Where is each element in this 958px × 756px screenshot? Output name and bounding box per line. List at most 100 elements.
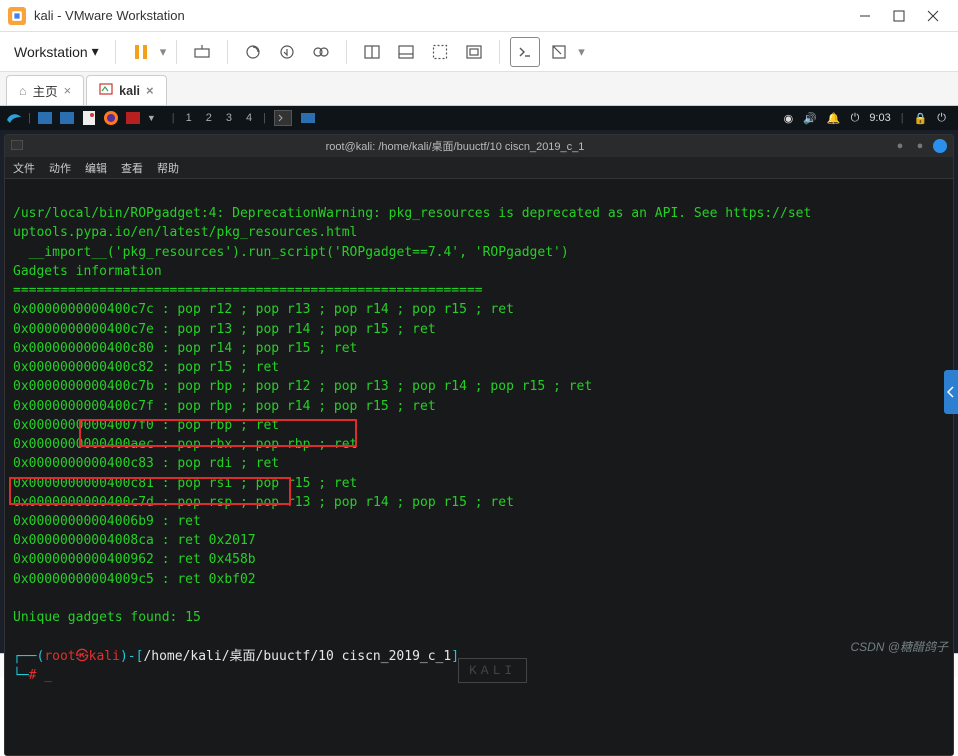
- firefox-icon[interactable]: [103, 110, 119, 126]
- vm-display[interactable]: | ▼ | 1 2 3 4 | ◉ 🔊 🔔 ⏻ 9:03 | 🔒: [0, 106, 958, 653]
- menu-view[interactable]: 查看: [121, 160, 143, 176]
- workstation-menu[interactable]: Workstation ▾: [8, 39, 105, 64]
- workspace-1[interactable]: 1: [183, 112, 195, 124]
- folder-icon[interactable]: [59, 110, 75, 126]
- terminal-title-text: root@kali: /home/kali/桌面/buuctf/10 ciscn…: [23, 138, 887, 154]
- tab-strip: ⌂ 主页 × kali ×: [0, 72, 958, 106]
- tab-home-label: 主页: [33, 81, 58, 100]
- manage-snapshots-icon[interactable]: [306, 37, 336, 67]
- taskbar-separator: |: [901, 112, 904, 124]
- running-folder-icon[interactable]: [300, 110, 316, 126]
- term-line: /usr/local/bin/ROPgadget:4: DeprecationW…: [13, 206, 811, 221]
- workstation-menu-label: Workstation: [14, 44, 88, 60]
- text-editor-icon[interactable]: [81, 110, 97, 126]
- toolbar: Workstation ▾ ▾ ▾: [0, 32, 958, 72]
- menu-actions[interactable]: 动作: [49, 160, 71, 176]
- file-manager-icon[interactable]: [37, 110, 53, 126]
- separator: [499, 40, 500, 64]
- terminal-maximize-icon[interactable]: ●: [913, 139, 927, 153]
- unity-icon[interactable]: [459, 37, 489, 67]
- term-line: uptools.pypa.io/en/latest/pkg_resources.…: [13, 225, 357, 240]
- terminal-app-icon[interactable]: [125, 110, 141, 126]
- kali-taskbar: | ▼ | 1 2 3 4 | ◉ 🔊 🔔 ⏻ 9:03 | 🔒: [0, 106, 958, 130]
- gadget-row: 0x0000000000400c80 : pop r14 ; pop r15 ;…: [13, 341, 357, 356]
- prompt-at: ㉿: [76, 649, 89, 664]
- unique-gadgets: Unique gadgets found: 15: [13, 610, 201, 625]
- terminal-app-icon: [11, 140, 23, 153]
- prompt-user: root: [44, 649, 75, 664]
- terminal-minimize-icon[interactable]: ●: [893, 139, 907, 153]
- gadget-row: 0x00000000004009c5 : ret 0xbf02: [13, 572, 256, 587]
- revert-snapshot-icon[interactable]: [272, 37, 302, 67]
- prompt-line: ┌──(: [13, 649, 44, 664]
- close-button[interactable]: [916, 2, 950, 30]
- maximize-button[interactable]: [882, 2, 916, 30]
- tab-close-icon[interactable]: ×: [64, 83, 72, 98]
- gadget-row: 0x00000000004007f0 : pop rbp ; ret: [13, 418, 279, 433]
- prompt-path: /home/kali/桌面/buuctf/10 ciscn_2019_c_1: [143, 649, 451, 664]
- terminal-titlebar[interactable]: root@kali: /home/kali/桌面/buuctf/10 ciscn…: [5, 135, 953, 157]
- gadget-row: 0x0000000000400962 : ret 0x458b: [13, 552, 256, 567]
- tray-lock-icon[interactable]: 🔒: [914, 112, 928, 125]
- csdn-watermark: CSDN @糖醋鸽子: [850, 638, 948, 655]
- menu-file[interactable]: 文件: [13, 160, 35, 176]
- running-terminal-icon[interactable]: [274, 110, 292, 126]
- separator: [176, 40, 177, 64]
- title-bar: kali - VMware Workstation: [0, 0, 958, 32]
- tray-record-icon[interactable]: ◉: [784, 112, 794, 125]
- taskbar-separator: |: [263, 112, 266, 124]
- menu-help[interactable]: 帮助: [157, 160, 179, 176]
- tray-volume-icon[interactable]: 🔊: [803, 112, 817, 125]
- kali-dragon-icon[interactable]: [6, 110, 22, 126]
- taskbar-separator: |: [28, 112, 31, 124]
- send-keys-icon[interactable]: [187, 37, 217, 67]
- gadget-row: 0x0000000000400c81 : pop rsi ; pop r15 ;…: [13, 476, 357, 491]
- chevron-down-icon[interactable]: ▼: [147, 113, 156, 123]
- gadget-row: 0x0000000000400c7e : pop r13 ; pop r14 ;…: [13, 322, 436, 337]
- term-line: ========================================…: [13, 283, 483, 298]
- right-sidebar-toggle[interactable]: [944, 370, 958, 414]
- gadget-row: 0x0000000000400c7b : pop rbp ; pop r12 ;…: [13, 379, 592, 394]
- fullscreen-icon[interactable]: [425, 37, 455, 67]
- separator: [346, 40, 347, 64]
- vm-icon: [99, 82, 113, 99]
- tray-time[interactable]: 9:03: [869, 112, 890, 124]
- vmware-app-icon: [8, 7, 26, 25]
- gadget-row: 0x0000000000400c7d : pop rsp ; pop r13 ;…: [13, 495, 514, 510]
- stretch-icon[interactable]: [544, 37, 574, 67]
- tab-close-icon[interactable]: ×: [146, 83, 154, 98]
- workspace-4[interactable]: 4: [243, 112, 255, 124]
- term-line: Gadgets information: [13, 264, 162, 279]
- workspace-2[interactable]: 2: [203, 112, 215, 124]
- menu-edit[interactable]: 编辑: [85, 160, 107, 176]
- prompt-host: kali: [89, 649, 120, 664]
- tab-home[interactable]: ⌂ 主页 ×: [6, 75, 84, 105]
- snapshot-icon[interactable]: [238, 37, 268, 67]
- gadget-row: 0x0000000000400aec : pop rbx ; pop rbp ;…: [13, 437, 357, 452]
- gadget-row: 0x0000000000400c83 : pop rdi ; ret: [13, 456, 279, 471]
- term-line: __import__('pkg_resources').run_script('…: [13, 245, 569, 260]
- tray-power-icon[interactable]: ⏻: [937, 112, 946, 125]
- view-single-icon[interactable]: [357, 37, 387, 67]
- terminal-close-icon[interactable]: [933, 139, 947, 153]
- chevron-down-icon: ▾: [92, 43, 99, 60]
- tray-notifications-icon[interactable]: 🔔: [827, 112, 841, 125]
- taskbar-separator: |: [172, 112, 175, 124]
- pause-button[interactable]: [126, 37, 156, 67]
- workspace-3[interactable]: 3: [223, 112, 235, 124]
- window-title: kali - VMware Workstation: [34, 8, 848, 23]
- separator: [115, 40, 116, 64]
- minimize-button[interactable]: [848, 2, 882, 30]
- dropdown-caret-icon[interactable]: ▾: [578, 44, 585, 60]
- home-icon: ⌂: [19, 84, 27, 98]
- kali-wallpaper-logo: KALI: [458, 658, 527, 683]
- dropdown-caret-icon[interactable]: ▾: [160, 44, 167, 60]
- gadget-row: 0x00000000004008ca : ret 0x2017: [13, 533, 256, 548]
- tab-kali[interactable]: kali ×: [86, 75, 166, 105]
- view-console-icon[interactable]: [391, 37, 421, 67]
- tab-kali-label: kali: [119, 84, 140, 98]
- terminal-menubar: 文件 动作 编辑 查看 帮助: [5, 157, 953, 179]
- terminal-shortcut-icon[interactable]: [510, 37, 540, 67]
- separator: [227, 40, 228, 64]
- tray-network-icon[interactable]: ⏻: [851, 112, 860, 125]
